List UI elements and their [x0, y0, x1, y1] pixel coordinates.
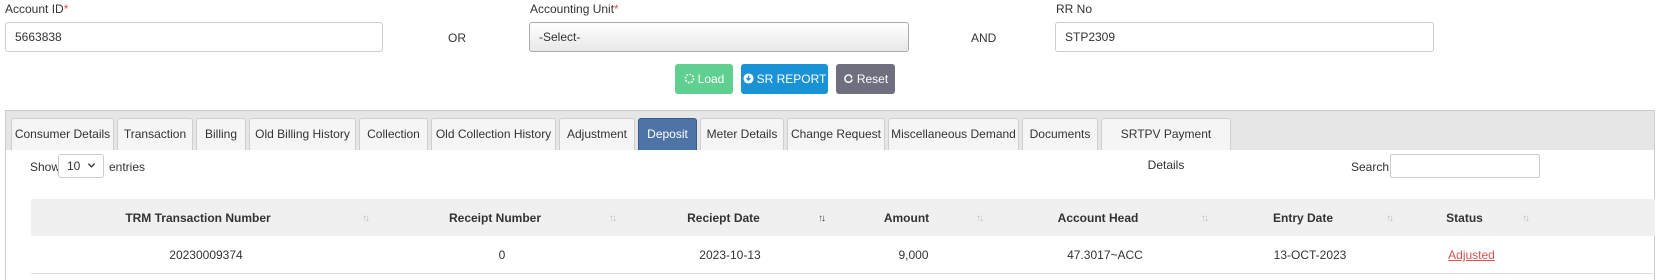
sort-icon[interactable]: ↑↓ — [362, 213, 370, 224]
or-separator: OR — [448, 31, 466, 45]
cell-status: Adjusted — [1404, 248, 1539, 262]
cell-amount: 9,000 — [898, 248, 929, 262]
cell-account-head: 47.3017~ACC — [1067, 248, 1143, 262]
tab-change-request[interactable]: Change Request — [787, 118, 885, 150]
sort-icon[interactable]: ↑↓ — [1522, 213, 1530, 224]
rr-no-input[interactable]: STP2309 — [1055, 22, 1434, 52]
account-id-input[interactable]: 5663838 — [5, 22, 383, 52]
header-account-head[interactable]: Account Head — [994, 211, 1202, 225]
tab-documents[interactable]: Documents — [1022, 118, 1098, 150]
load-button[interactable]: Load — [675, 64, 733, 94]
tab-collection[interactable]: Collection — [359, 118, 428, 150]
sort-icon[interactable]: ↑↓ — [976, 213, 984, 224]
cell-entry-date: 13-OCT-2023 — [1273, 248, 1347, 262]
tab-consumer-details[interactable]: Consumer Details — [11, 118, 114, 150]
show-label: Show — [30, 160, 61, 174]
cell-receipt-number: 0 — [498, 248, 506, 262]
reset-button[interactable]: Reset — [836, 64, 895, 94]
search-label: Search: — [1351, 160, 1393, 174]
status-link[interactable]: Adjusted — [1448, 248, 1495, 262]
cell-trm-transaction-number: 20230009374 — [169, 248, 243, 262]
sort-icon[interactable]: ↑↓ — [1386, 213, 1394, 224]
and-separator: AND — [971, 31, 997, 45]
header-trm-transaction-number[interactable]: TRM Transaction Number — [31, 211, 365, 225]
tab-transaction[interactable]: Transaction — [117, 118, 193, 150]
tab-meter-details[interactable]: Meter Details — [700, 118, 784, 150]
accounting-unit-label: Accounting Unit* — [530, 2, 619, 16]
sr-report-button[interactable]: SR REPORT — [741, 64, 828, 94]
tab-billing[interactable]: Billing — [196, 118, 246, 150]
tab-old-billing-history[interactable]: Old Billing History — [249, 118, 356, 150]
cell-reciept-date: 2023-10-13 — [699, 248, 761, 262]
search-input[interactable] — [1390, 154, 1540, 178]
tab-adjustment[interactable]: Adjustment — [559, 118, 635, 150]
header-entry-date[interactable]: Entry Date — [1219, 211, 1387, 225]
header-receipt-number[interactable]: Receipt Number — [380, 211, 610, 225]
sort-icon[interactable]: ↑↓ — [818, 213, 826, 224]
header-status[interactable]: Status — [1404, 211, 1525, 225]
account-id-label: Account ID* — [5, 2, 69, 16]
chevron-down-icon — [87, 155, 96, 177]
row-divider — [31, 273, 1655, 274]
download-icon — [743, 64, 754, 94]
tab-deposit[interactable]: Deposit — [638, 118, 697, 150]
tab-srtpv-payment-details[interactable]: SRTPV Payment Details — [1101, 118, 1231, 172]
tab-old-collection-history[interactable]: Old Collection History — [431, 118, 556, 150]
header-reciept-date[interactable]: Reciept Date — [627, 211, 820, 225]
refresh-icon — [843, 64, 854, 94]
entries-label: entries — [109, 160, 146, 174]
rr-no-label: RR No — [1056, 2, 1093, 16]
spinner-icon — [684, 64, 695, 94]
page-size-select[interactable]: 10 — [58, 154, 104, 178]
sort-icon[interactable]: ↑↓ — [609, 213, 617, 224]
tab-miscellaneous-demand[interactable]: Miscellaneous Demand — [888, 118, 1019, 150]
header-amount[interactable]: Amount — [836, 211, 977, 225]
sort-icon[interactable]: ↑↓ — [1201, 213, 1209, 224]
accounting-unit-select[interactable]: -Select- — [529, 22, 909, 52]
